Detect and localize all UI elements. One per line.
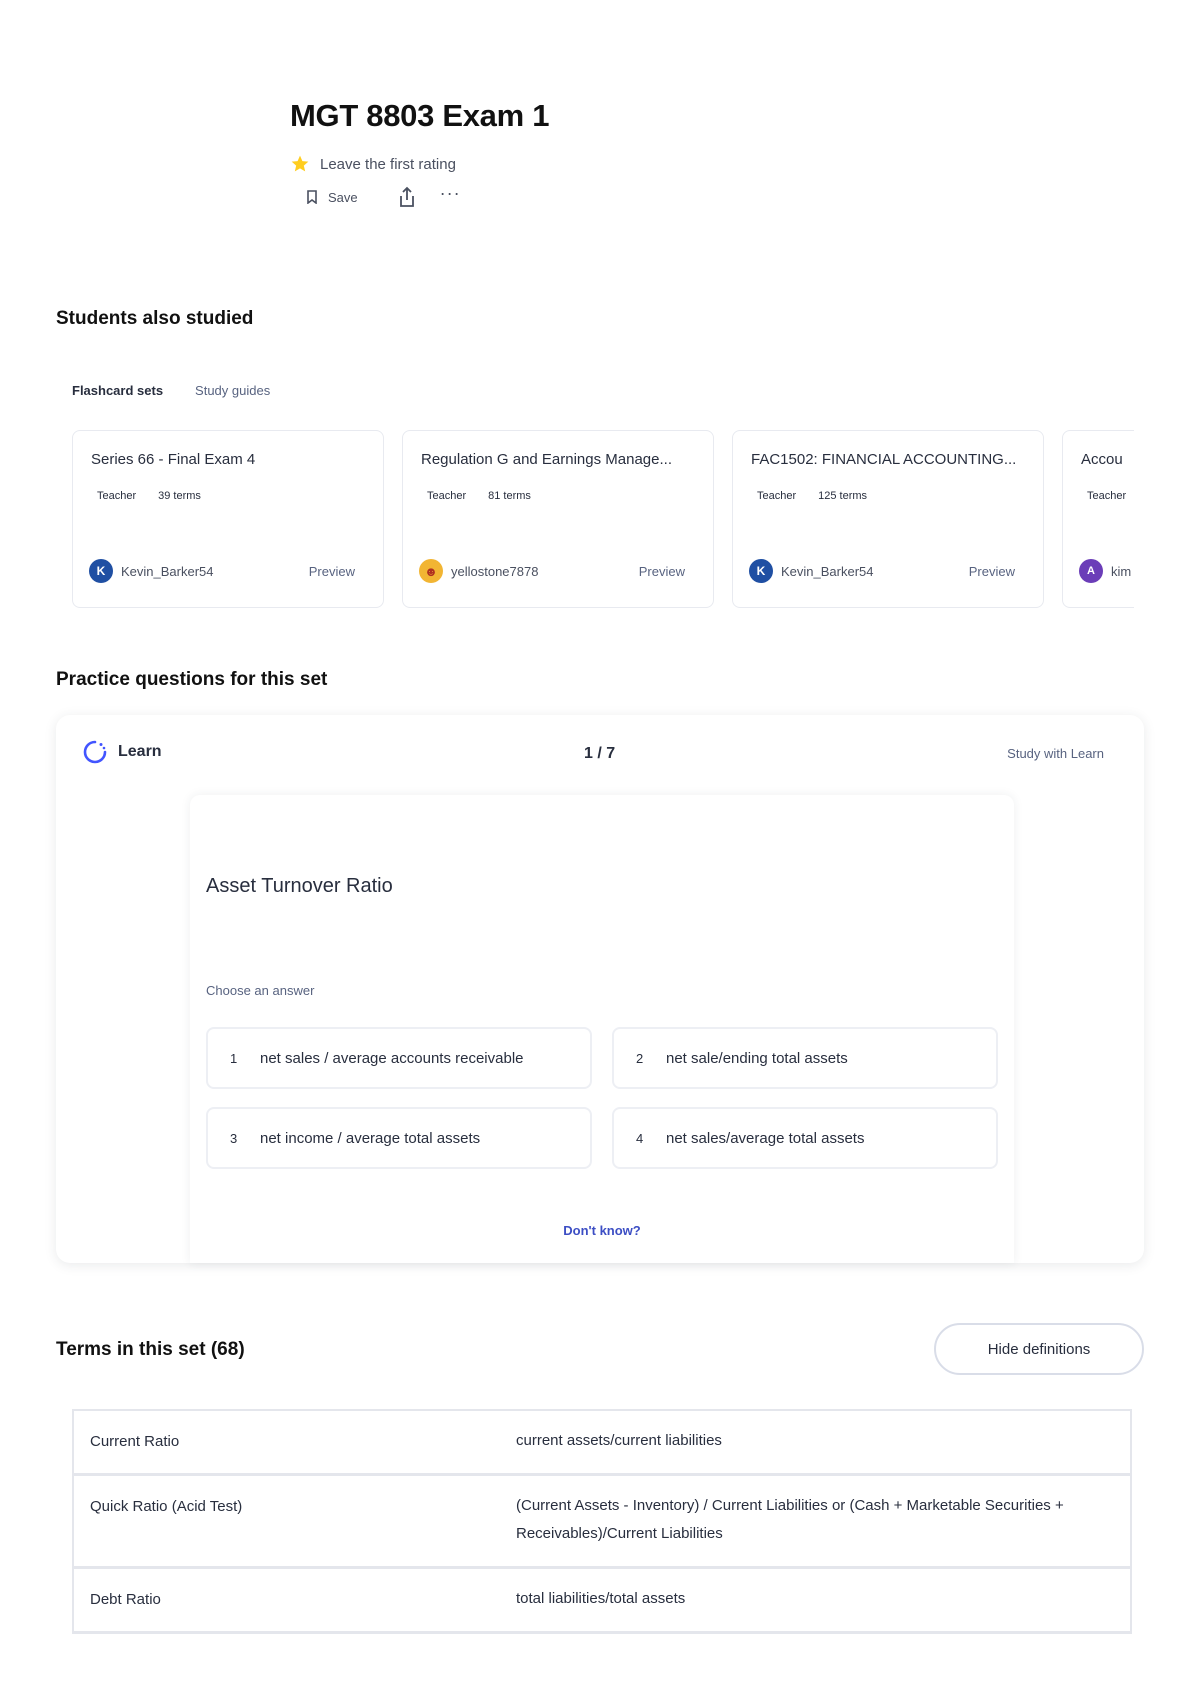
answer-option[interactable]: 2 net sale/ending total assets	[612, 1027, 998, 1089]
card-preview-button[interactable]: Preview	[969, 564, 1015, 579]
study-tabs: Flashcard sets Study guides	[72, 383, 270, 398]
card-title: Series 66 - Final Exam 4	[91, 451, 256, 468]
question-card: Asset Turnover Ratio Choose an answer 1 …	[190, 795, 1014, 1263]
terms-heading: Terms in this set (68)	[56, 1339, 245, 1360]
card-title: Accou	[1081, 451, 1123, 468]
avatar: A	[1079, 559, 1103, 583]
option-text: net sales / average accounts receivable	[260, 1049, 524, 1067]
learn-panel: Learn 1 / 7 Study with Learn Asset Turno…	[56, 715, 1144, 1263]
question-progress: 1 / 7	[584, 745, 616, 762]
study-with-learn-link[interactable]: Study with Learn	[1007, 746, 1104, 761]
card-role: Teacher	[1087, 490, 1127, 502]
save-label: Save	[328, 189, 358, 205]
share-icon	[399, 186, 414, 207]
star-icon	[291, 155, 309, 172]
learn-icon	[83, 740, 107, 764]
bookmark-icon	[307, 190, 317, 204]
card-preview-button[interactable]: Preview	[309, 564, 355, 579]
card-username[interactable]: kim	[1111, 564, 1131, 579]
card-username[interactable]: Kevin_Barker54	[121, 564, 214, 579]
card-username[interactable]: yellostone7878	[451, 564, 538, 579]
learn-mode-label: Learn	[118, 743, 162, 760]
related-set-card[interactable]: Regulation G and Earnings Manage... Teac…	[402, 430, 714, 608]
option-number: 2	[636, 1050, 644, 1066]
avatar: K	[89, 559, 113, 583]
term-word: Current Ratio	[90, 1433, 180, 1450]
card-term-count: 81 terms	[488, 490, 531, 502]
hide-definitions-button[interactable]: Hide definitions	[934, 1323, 1144, 1375]
term-row: Quick Ratio (Acid Test) (Current Assets …	[74, 1476, 1130, 1569]
related-set-card[interactable]: Series 66 - Final Exam 4 Teacher 39 term…	[72, 430, 384, 608]
answer-option[interactable]: 4 net sales/average total assets	[612, 1107, 998, 1169]
term-word: Debt Ratio	[90, 1591, 161, 1608]
share-button[interactable]	[398, 186, 416, 208]
card-role: Teacher	[757, 490, 797, 502]
rating-text: Leave the first rating	[320, 155, 456, 173]
card-title: FAC1502: FINANCIAL ACCOUNTING...	[751, 451, 1017, 468]
set-actions: Save ···	[306, 184, 461, 208]
term-definition: (Current Assets - Inventory) / Current L…	[516, 1497, 1064, 1542]
tab-study-guides[interactable]: Study guides	[195, 383, 270, 398]
save-button[interactable]: Save	[306, 190, 358, 205]
option-number: 1	[230, 1050, 238, 1066]
card-role: Teacher	[427, 490, 467, 502]
term-definition: current assets/current liabilities	[516, 1432, 722, 1449]
card-preview-button[interactable]: Preview	[639, 564, 685, 579]
option-number: 3	[230, 1130, 238, 1146]
students-also-studied-heading: Students also studied	[56, 308, 254, 329]
question-prompt: Choose an answer	[206, 983, 315, 998]
related-set-card[interactable]: Accou Teacher A kim	[1062, 430, 1134, 608]
card-username[interactable]: Kevin_Barker54	[781, 564, 874, 579]
term-word: Quick Ratio (Acid Test)	[90, 1498, 243, 1515]
term-row: Debt Ratio total liabilities/total asset…	[74, 1569, 1130, 1634]
option-text: net income / average total assets	[260, 1129, 481, 1147]
practice-questions-heading: Practice questions for this set	[56, 669, 328, 690]
avatar: K	[749, 559, 773, 583]
terms-list: Current Ratio current assets/current lia…	[72, 1409, 1132, 1634]
option-text: net sale/ending total assets	[666, 1049, 848, 1067]
term-definition: total liabilities/total assets	[516, 1590, 686, 1607]
answer-option[interactable]: 1 net sales / average accounts receivabl…	[206, 1027, 592, 1089]
card-term-count: 39 terms	[158, 490, 201, 502]
avatar: ☻	[419, 559, 443, 583]
card-role: Teacher	[97, 490, 137, 502]
more-options-icon[interactable]: ···	[440, 184, 461, 202]
answer-options: 1 net sales / average accounts receivabl…	[206, 1027, 998, 1169]
card-term-count: 125 terms	[818, 490, 868, 502]
term-row: Current Ratio current assets/current lia…	[74, 1411, 1130, 1476]
dont-know-button[interactable]: Don't know?	[190, 1223, 1014, 1238]
rating-link[interactable]: Leave the first rating	[290, 154, 456, 174]
answer-option[interactable]: 3 net income / average total assets	[206, 1107, 592, 1169]
option-number: 4	[636, 1130, 644, 1146]
card-title: Regulation G and Earnings Manage...	[421, 451, 672, 468]
related-set-card[interactable]: FAC1502: FINANCIAL ACCOUNTING... Teacher…	[732, 430, 1044, 608]
question-term: Asset Turnover Ratio	[206, 875, 393, 897]
page-title: MGT 8803 Exam 1	[290, 98, 550, 133]
related-sets-carousel: Series 66 - Final Exam 4 Teacher 39 term…	[72, 430, 1134, 610]
tab-flashcard-sets[interactable]: Flashcard sets	[72, 383, 163, 398]
option-text: net sales/average total assets	[666, 1129, 865, 1147]
